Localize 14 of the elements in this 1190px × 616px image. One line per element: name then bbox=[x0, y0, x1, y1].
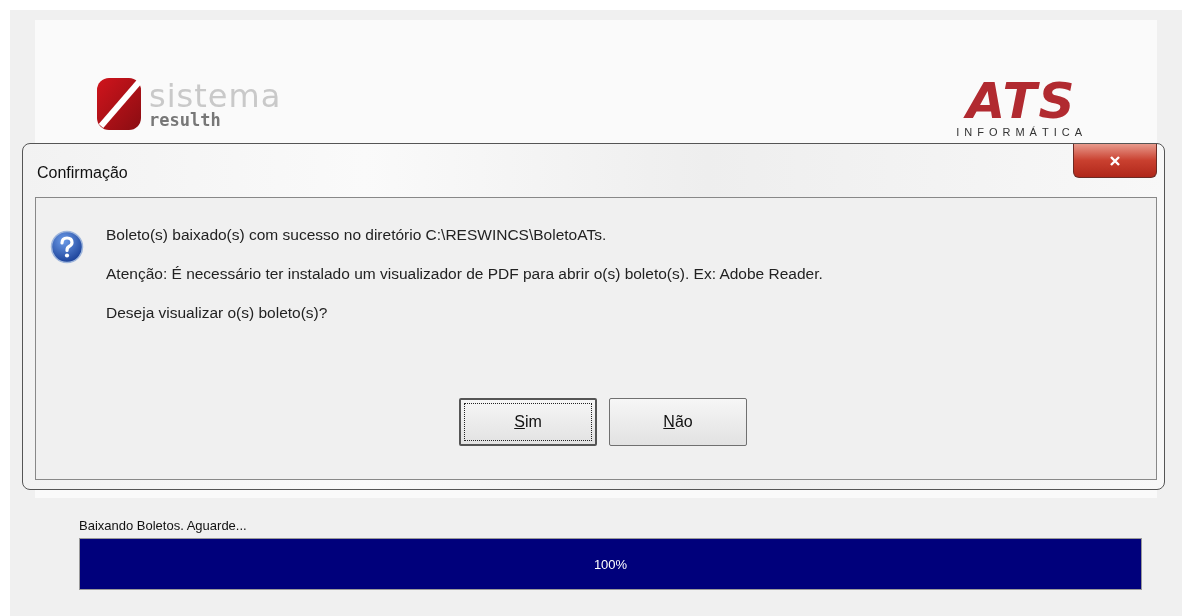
logo-subtext: INFORMÁTICA bbox=[956, 127, 1087, 138]
dialog-button[interactable]: Sim bbox=[459, 398, 597, 446]
dialog-title: Confirmação bbox=[37, 164, 128, 182]
progress-label: Baixando Boletos. Aguarde... bbox=[79, 518, 248, 533]
close-button[interactable] bbox=[1073, 144, 1157, 178]
question-icon bbox=[50, 230, 84, 264]
message-text: Atenção: É necessário ter instalado um visualizador de PDF para abrir o(s) boleto(s). Ex: Adobe Reader. bbox=[106, 265, 823, 283]
logo-mark-icon bbox=[95, 76, 143, 132]
close-icon bbox=[1109, 155, 1121, 166]
dialog-button[interactable]: Não bbox=[609, 398, 747, 446]
logo-subtext: resulth bbox=[149, 111, 222, 129]
progress-percent: 100% bbox=[593, 556, 628, 572]
message-text: Deseja visualizar o(s) boleto(s)? bbox=[106, 304, 329, 322]
message-text: Boleto(s) baixado(s) com sucesso no diretório C:\RESWINCS\BoletoATs. bbox=[106, 226, 608, 244]
